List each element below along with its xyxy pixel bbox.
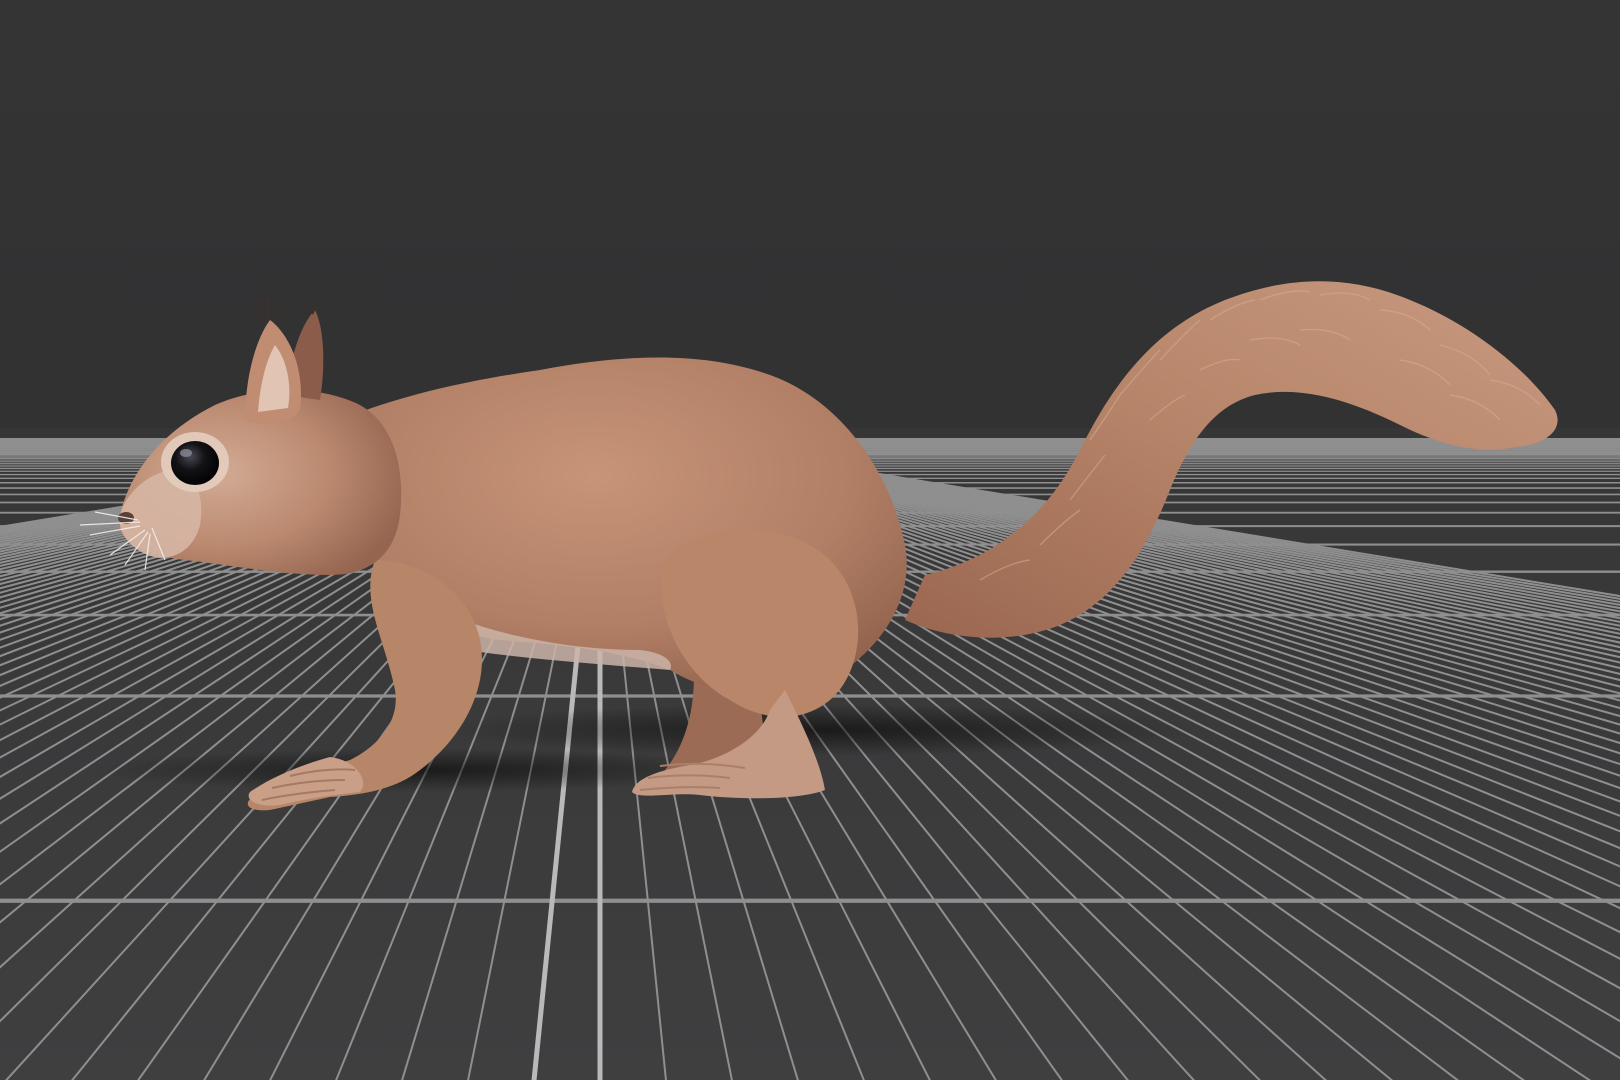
squirrel-eye [171, 441, 219, 485]
3d-viewport[interactable] [0, 0, 1620, 1080]
scene-canvas[interactable] [0, 0, 1620, 1080]
eye-highlight [180, 449, 192, 457]
